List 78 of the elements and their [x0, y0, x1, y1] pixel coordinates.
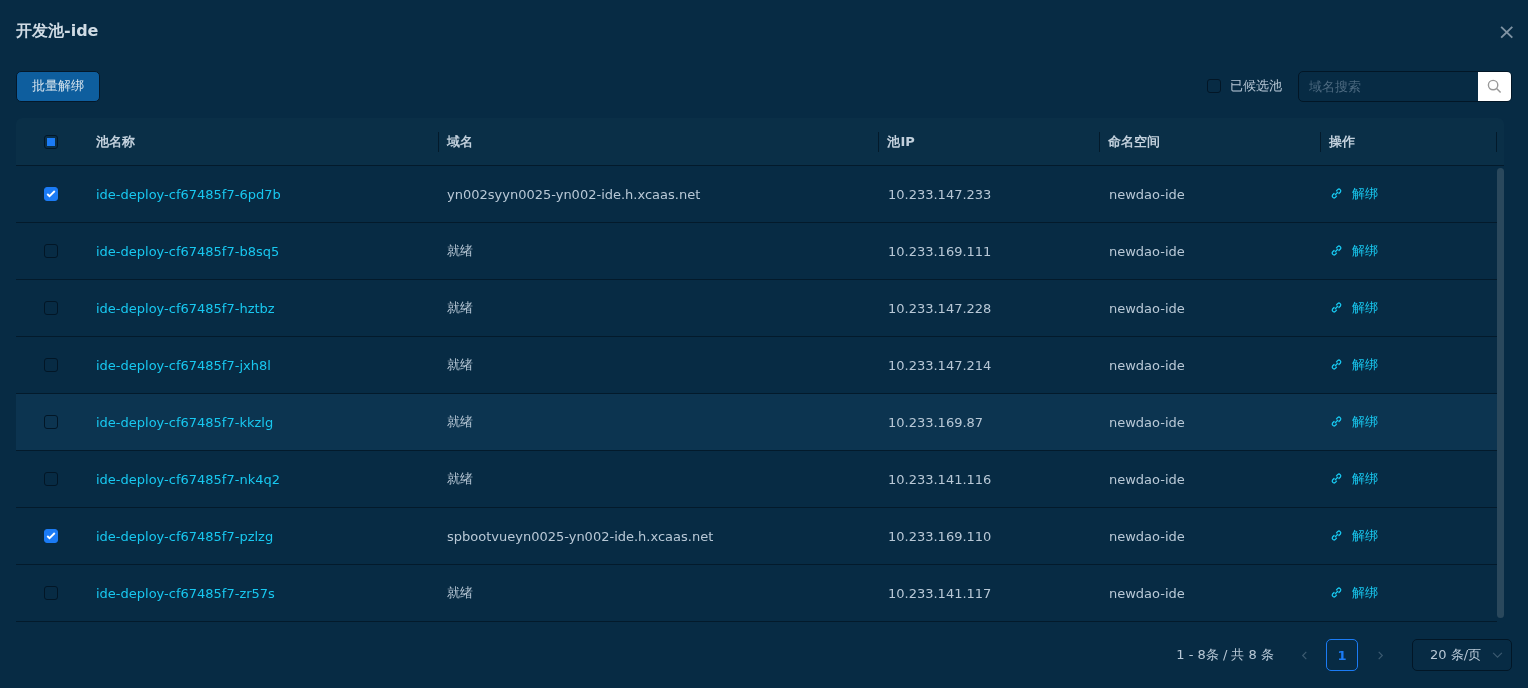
table-cell: 就绪: [447, 243, 473, 258]
scrollbar-thumb[interactable]: [1497, 168, 1504, 618]
unbind-link[interactable]: 解绑: [1330, 583, 1378, 602]
pool-name-link[interactable]: ide-deploy-cf67485f7-kkzlg: [96, 414, 274, 430]
table-cell: newdao-ide: [1109, 414, 1185, 430]
link-icon: [1330, 472, 1343, 486]
row-checkbox[interactable]: [44, 301, 58, 315]
unbind-link[interactable]: 解绑: [1330, 526, 1378, 545]
row-checkbox[interactable]: [44, 244, 58, 258]
pagination-summary: 1 - 8条 / 共 8 条: [1176, 646, 1274, 664]
pool-name-link[interactable]: ide-deploy-cf67485f7-b8sq5: [96, 243, 280, 259]
table-cell: yn002syyn0025-yn002-ide.h.xcaas.net: [447, 186, 701, 202]
batch-unbind-button[interactable]: 批量解绑: [16, 70, 100, 102]
pool-name-link[interactable]: ide-deploy-cf67485f7-jxh8l: [96, 357, 271, 373]
unbind-link[interactable]: 解绑: [1330, 412, 1378, 431]
page-size-select[interactable]: 20 条/页: [1412, 639, 1512, 671]
unbind-link[interactable]: 解绑: [1330, 184, 1378, 203]
column-header: 池名称: [95, 133, 135, 149]
table-cell: newdao-ide: [1109, 300, 1185, 316]
search-input[interactable]: 域名搜索: [1299, 71, 1478, 101]
pool-name-link[interactable]: ide-deploy-cf67485f7-nk4q2: [96, 471, 280, 487]
table-cell: newdao-ide: [1109, 585, 1185, 601]
table-cell: 10.233.141.116: [888, 471, 992, 487]
link-icon: [1330, 187, 1343, 201]
table-cell: 就绪: [447, 471, 473, 486]
pool-name-link[interactable]: ide-deploy-cf67485f7-pzlzg: [96, 528, 274, 544]
table-cell: 10.233.147.233: [888, 186, 992, 202]
row-checkbox[interactable]: [44, 472, 58, 486]
table-cell: 10.233.147.228: [888, 300, 992, 316]
table-cell: newdao-ide: [1109, 528, 1185, 544]
table-cell: 10.233.169.87: [888, 414, 984, 430]
table-cell: 10.233.147.214: [888, 357, 992, 373]
unbind-link[interactable]: 解绑: [1330, 355, 1378, 374]
row-checkbox[interactable]: [44, 586, 58, 600]
link-icon: [1330, 358, 1343, 372]
row-checkbox[interactable]: [44, 415, 58, 429]
unbind-link[interactable]: 解绑: [1330, 241, 1378, 260]
search-button[interactable]: [1478, 71, 1511, 101]
unbind-link[interactable]: 解绑: [1330, 298, 1378, 317]
select-all-checkbox[interactable]: [43, 134, 58, 149]
column-header: 命名空间: [1108, 132, 1161, 151]
chevron-right-icon: [1375, 650, 1385, 660]
table-cell: 就绪: [447, 357, 473, 372]
table-cell: spbootvueyn0025-yn002-ide.h.xcaas.net: [447, 528, 714, 544]
chevron-down-icon: [1492, 651, 1503, 659]
close-button[interactable]: ×: [1493, 18, 1520, 44]
checkbox[interactable]: [1207, 79, 1221, 93]
table-cell: 就绪: [447, 300, 473, 315]
table-cell: 就绪: [447, 585, 473, 600]
link-icon: [1330, 301, 1343, 315]
search-icon: [1487, 78, 1502, 94]
column-header: 池IP: [887, 132, 915, 151]
chevron-left-icon: [1299, 650, 1309, 660]
table-cell: newdao-ide: [1109, 471, 1185, 487]
pool-name-link[interactable]: ide-deploy-cf67485f7-6pd7b: [96, 186, 281, 202]
table-cell: 10.233.169.110: [888, 528, 992, 544]
table-cell: 10.233.169.111: [888, 243, 992, 259]
pool-name-link[interactable]: ide-deploy-cf67485f7-zr57s: [96, 585, 275, 601]
dialog-title: 开发池-ide: [16, 20, 99, 42]
link-icon: [1330, 244, 1343, 258]
checkbox-label: 已候选池: [1230, 77, 1282, 95]
table-cell: newdao-ide: [1109, 357, 1185, 373]
pool-name-link[interactable]: ide-deploy-cf67485f7-hztbz: [96, 300, 275, 316]
column-header: 域名: [446, 132, 473, 151]
link-icon: [1330, 529, 1343, 543]
link-icon: [1330, 415, 1343, 429]
row-checkbox[interactable]: [44, 358, 58, 372]
link-icon: [1330, 586, 1343, 600]
column-header: 操作: [1329, 132, 1356, 151]
table-cell: newdao-ide: [1109, 186, 1185, 202]
row-checkbox[interactable]: [44, 529, 58, 543]
row-checkbox[interactable]: [44, 187, 58, 201]
page-button[interactable]: 1: [1326, 639, 1358, 671]
table-cell: 就绪: [447, 414, 473, 429]
search-field[interactable]: 域名搜索: [1298, 70, 1512, 102]
table-cell: 10.233.141.117: [888, 585, 992, 601]
unbind-link[interactable]: 解绑: [1330, 469, 1378, 488]
table-cell: newdao-ide: [1109, 243, 1185, 259]
